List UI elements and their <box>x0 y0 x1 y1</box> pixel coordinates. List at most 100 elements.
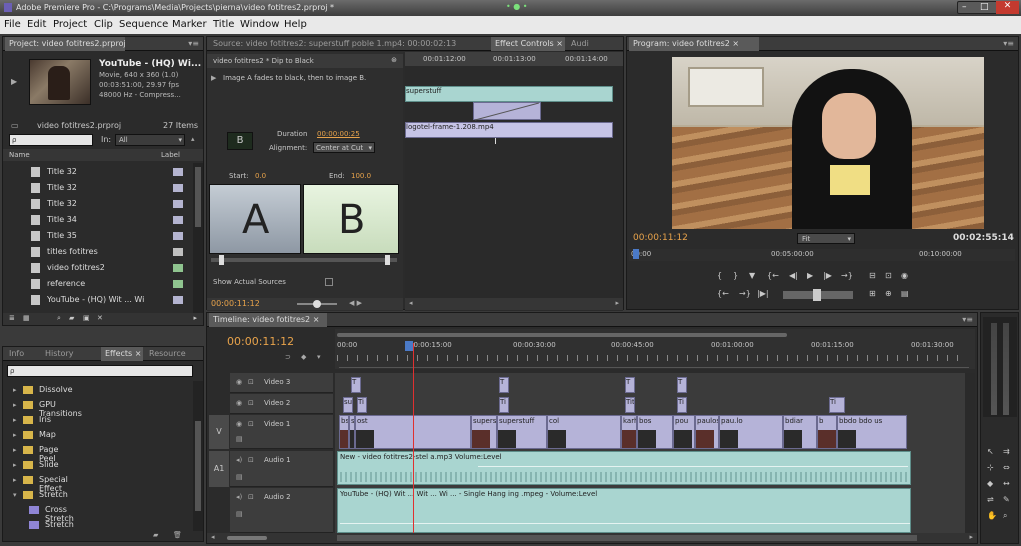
ec-scrollbar[interactable]: ◂ ▸ <box>405 298 623 310</box>
play-icon[interactable]: ▶ <box>211 74 216 82</box>
label-color-swatch[interactable] <box>173 232 183 240</box>
chevron-right-icon[interactable]: ▸ <box>13 446 17 454</box>
video1-clip[interactable]: superstuff lwsr <box>471 415 497 449</box>
slide-tool-icon[interactable]: ⇌ <box>987 495 994 504</box>
scroll-right-icon[interactable]: ▸ <box>969 533 973 541</box>
video1-clip[interactable]: superstuff <box>497 415 547 449</box>
new-item-icon[interactable]: ▣ <box>83 314 90 322</box>
transition-slider[interactable] <box>211 255 397 265</box>
loop-icon[interactable]: |▶| <box>757 289 769 298</box>
video1-clip[interactable]: paulos.mpg Op <box>695 415 719 449</box>
speaker-icon[interactable]: ◂) <box>236 456 242 464</box>
extract-icon[interactable]: ⊡ <box>885 271 892 280</box>
safe-margins-icon[interactable]: ⊕ <box>885 289 892 298</box>
lock-icon[interactable]: ⊡ <box>248 456 254 464</box>
col-name-header[interactable]: Name <box>9 151 30 159</box>
menu-file[interactable]: File <box>4 19 21 30</box>
waveform-icon[interactable]: ▤ <box>236 473 243 481</box>
v2-clip[interactable]: su <box>343 397 353 413</box>
tab-source[interactable]: Source: video fotitres2: superstuff pobl… <box>209 37 489 51</box>
menu-clip[interactable]: Clip <box>94 19 113 30</box>
menu-window[interactable]: Window <box>240 19 279 30</box>
minimize-button[interactable]: – <box>962 2 967 12</box>
timeline-timecode[interactable]: 00:00:11:12 <box>227 335 294 348</box>
label-color-swatch[interactable] <box>173 296 183 304</box>
close-button[interactable]: ✕ <box>996 1 1019 14</box>
v2-clip[interactable]: Ti <box>357 397 367 413</box>
lock-icon[interactable]: ⊡ <box>248 399 254 407</box>
go-to-out-icon[interactable]: →} <box>841 271 853 280</box>
project-item[interactable]: video fotitres2 <box>11 261 195 275</box>
timeline-scrollbar[interactable]: ◂ ▸ <box>207 533 977 543</box>
video1-clip[interactable]: bbdo bdo us <box>837 415 907 449</box>
start-value[interactable]: 0.0 <box>255 172 266 180</box>
razor-tool-icon[interactable]: ◆ <box>987 479 993 488</box>
chevron-right-icon[interactable]: ▸ <box>13 416 17 424</box>
mark-in-icon[interactable]: { <box>717 271 722 280</box>
label-color-swatch[interactable] <box>173 216 183 224</box>
timeline-zoom-slider[interactable] <box>227 536 267 540</box>
ripple-edit-icon[interactable]: ⊹ <box>987 463 994 472</box>
new-bin-icon[interactable]: ▰ <box>69 314 74 322</box>
slip-tool-icon[interactable]: ↔ <box>1003 479 1010 488</box>
speaker-icon[interactable]: ◂) <box>236 493 242 501</box>
search-options-icon[interactable]: ▴ <box>191 135 195 143</box>
chevron-right-icon[interactable]: ▸ <box>13 476 17 484</box>
go-to-next-edit-icon[interactable]: →} <box>739 289 751 298</box>
tab-project[interactable]: Project: video fotitres2.prproj × <box>5 37 125 51</box>
v2-clip[interactable]: Ti <box>829 397 845 413</box>
chevron-right-icon[interactable]: ▸ <box>13 386 17 394</box>
scroll-left-icon[interactable]: ◂ <box>211 533 215 541</box>
tab-resource[interactable]: Resource <box>145 347 193 361</box>
alignment-dropdown[interactable]: Center at Cut ▾ <box>313 142 375 153</box>
new-bin-icon[interactable]: ▰ <box>153 531 158 539</box>
pen-tool-icon[interactable]: ✎ <box>1003 495 1010 504</box>
v3-clip[interactable]: T <box>499 377 509 393</box>
scroll-right-icon[interactable]: ▸ <box>193 314 197 322</box>
trash-icon[interactable]: 🗑 <box>173 531 182 539</box>
mark-out-icon[interactable]: } <box>733 271 738 280</box>
project-item[interactable]: Title 32 <box>11 165 195 179</box>
tab-effects[interactable]: Effects × <box>101 347 143 361</box>
rolling-edit-icon[interactable]: ⇔ <box>1003 463 1010 472</box>
panel-menu-icon[interactable]: ▾≡ <box>188 39 199 48</box>
zoom-slider[interactable] <box>297 300 337 308</box>
video1-clip[interactable]: b <box>817 415 837 449</box>
panel-menu-icon[interactable]: ▾≡ <box>962 315 973 324</box>
link-icon[interactable]: ▾ <box>317 353 321 361</box>
step-forward-icon[interactable]: |▶ <box>823 271 832 280</box>
project-item[interactable]: Title 34 <box>11 213 195 227</box>
chevron-right-icon[interactable]: ▸ <box>13 401 17 409</box>
project-scroll-thumb[interactable] <box>195 167 201 227</box>
snap-icon[interactable]: ⊃ <box>285 353 291 361</box>
timeline-vscrollbar[interactable] <box>965 373 975 533</box>
lock-icon[interactable]: ⊡ <box>248 493 254 501</box>
scroll-right-icon[interactable]: ▸ <box>615 299 619 307</box>
tab-info[interactable]: Info <box>5 347 39 361</box>
video1-clip[interactable]: bos <box>637 415 673 449</box>
jog-handle[interactable] <box>813 289 821 301</box>
effects-scrollbar[interactable] <box>193 381 203 531</box>
v3-clip[interactable]: T <box>625 377 635 393</box>
tab-history[interactable]: History <box>41 347 89 361</box>
v3-clip[interactable]: T <box>677 377 687 393</box>
source-a1-target[interactable]: A1 <box>209 451 229 487</box>
effects-search-input[interactable]: ρ <box>7 365 193 377</box>
chevron-right-icon[interactable]: ▸ <box>13 431 17 439</box>
tab-effect-controls[interactable]: Effect Controls × <box>491 37 565 51</box>
label-color-swatch[interactable] <box>173 280 183 288</box>
label-color-swatch[interactable] <box>173 200 183 208</box>
eye-icon[interactable]: ◉ <box>236 399 242 407</box>
menu-title[interactable]: Title <box>213 19 234 30</box>
duration-value[interactable]: 00:00:00:25 <box>317 130 360 138</box>
video1-clip[interactable]: bdiar <box>783 415 817 449</box>
waveform-icon[interactable]: ▤ <box>236 510 243 518</box>
program-timecode-left[interactable]: 00:00:11:12 <box>633 233 688 243</box>
audio2-volume-line[interactable] <box>340 523 910 524</box>
project-item[interactable]: titles fotitres <box>11 245 195 259</box>
tab-program[interactable]: Program: video fotitres2 × <box>629 37 759 51</box>
v2-clip[interactable]: Tit <box>625 397 635 413</box>
selection-tool-icon[interactable]: ↖ <box>987 447 994 456</box>
col-label-header[interactable]: Label <box>161 151 180 159</box>
play-button[interactable]: ▶ <box>807 271 813 280</box>
